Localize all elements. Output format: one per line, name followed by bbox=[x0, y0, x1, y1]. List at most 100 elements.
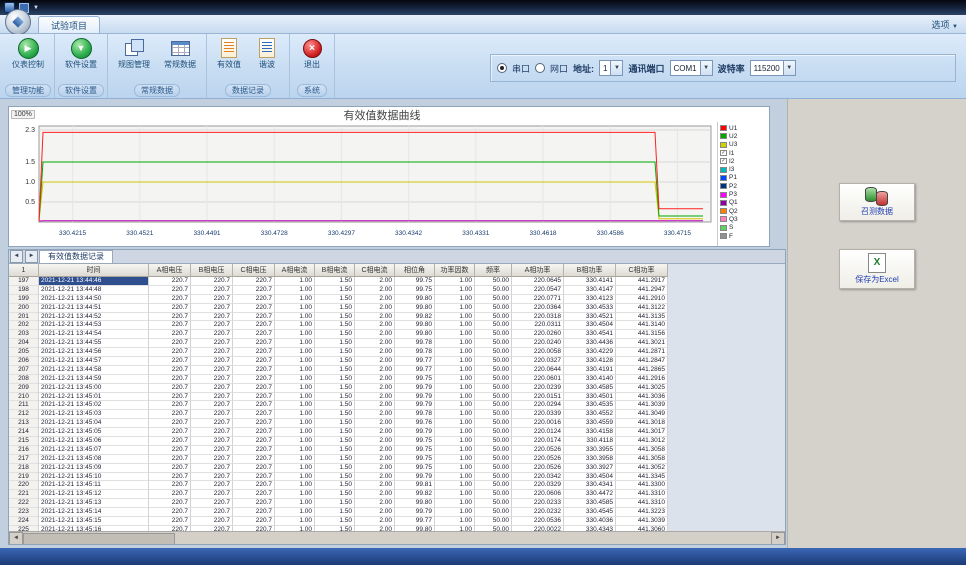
cell[interactable]: 2.00 bbox=[355, 339, 395, 348]
cell[interactable]: 2.00 bbox=[355, 437, 395, 446]
cell[interactable]: 99.82 bbox=[395, 313, 435, 322]
table-row[interactable]: 2082021-12-21 13:44:59220.7220.7220.71.0… bbox=[9, 375, 668, 384]
cell[interactable]: 220.7 bbox=[149, 304, 191, 313]
application-orb-button[interactable] bbox=[5, 9, 31, 35]
cell[interactable]: 201 bbox=[9, 313, 39, 322]
cell[interactable]: 220.0536 bbox=[512, 517, 564, 526]
cell[interactable]: 99.75 bbox=[395, 277, 435, 286]
legend-item[interactable]: P2 bbox=[720, 182, 769, 190]
cell[interactable]: 1.00 bbox=[275, 295, 315, 304]
cell[interactable]: 220.7 bbox=[149, 295, 191, 304]
cell[interactable]: 2021-12-21 13:45:13 bbox=[39, 499, 149, 508]
cell[interactable]: 200 bbox=[9, 304, 39, 313]
scroll-right-icon[interactable]: ► bbox=[771, 532, 785, 545]
cell[interactable]: 218 bbox=[9, 464, 39, 473]
cell[interactable]: 1.00 bbox=[435, 375, 475, 384]
cell[interactable]: 2.00 bbox=[355, 348, 395, 357]
options-menu[interactable]: 选项 ▼ bbox=[932, 18, 958, 31]
cell[interactable]: 220.7 bbox=[149, 277, 191, 286]
cell[interactable]: 2021-12-21 13:45:14 bbox=[39, 508, 149, 517]
cell[interactable]: 50.00 bbox=[475, 304, 512, 313]
cell[interactable]: 216 bbox=[9, 446, 39, 455]
column-header[interactable]: C相电流 bbox=[355, 264, 395, 277]
cell[interactable]: 1.00 bbox=[435, 295, 475, 304]
cell[interactable]: 220.7 bbox=[233, 313, 275, 322]
cell[interactable]: 220.7 bbox=[233, 517, 275, 526]
cell[interactable]: 330.4158 bbox=[564, 428, 616, 437]
cell[interactable]: 1.50 bbox=[315, 401, 355, 410]
cell[interactable]: 220.7 bbox=[149, 393, 191, 402]
cell[interactable]: 220.7 bbox=[149, 464, 191, 473]
cell[interactable]: 2021-12-21 13:45:03 bbox=[39, 410, 149, 419]
cell[interactable]: 99.81 bbox=[395, 481, 435, 490]
cell[interactable]: 330.4521 bbox=[564, 313, 616, 322]
cell[interactable]: 220.7 bbox=[233, 410, 275, 419]
cell[interactable]: 1.50 bbox=[315, 455, 355, 464]
cell[interactable]: 220.7 bbox=[149, 313, 191, 322]
cell[interactable]: 1.50 bbox=[315, 437, 355, 446]
cell[interactable]: 2021-12-21 13:44:52 bbox=[39, 313, 149, 322]
cell[interactable]: 1.00 bbox=[435, 437, 475, 446]
cell[interactable]: 214 bbox=[9, 428, 39, 437]
cell[interactable]: 1.50 bbox=[315, 517, 355, 526]
cell[interactable]: 99.79 bbox=[395, 428, 435, 437]
cell[interactable]: 220.7 bbox=[149, 410, 191, 419]
cell[interactable]: 1.00 bbox=[435, 339, 475, 348]
cell[interactable]: 220.7 bbox=[191, 393, 233, 402]
cell[interactable]: 2.00 bbox=[355, 295, 395, 304]
cell[interactable]: 1.00 bbox=[275, 401, 315, 410]
cell[interactable]: 330.4585 bbox=[564, 499, 616, 508]
cell[interactable]: 99.75 bbox=[395, 286, 435, 295]
cell[interactable]: 1.00 bbox=[275, 366, 315, 375]
cell[interactable]: 220.7 bbox=[191, 295, 233, 304]
cell[interactable]: 1.00 bbox=[435, 517, 475, 526]
cell[interactable]: 2.00 bbox=[355, 321, 395, 330]
cell[interactable]: 220.7 bbox=[149, 357, 191, 366]
cell[interactable]: 330.4541 bbox=[564, 330, 616, 339]
cell[interactable]: 220.7 bbox=[233, 499, 275, 508]
cell[interactable]: 220.7 bbox=[233, 295, 275, 304]
cell[interactable]: 1.00 bbox=[275, 446, 315, 455]
cell[interactable]: 1.50 bbox=[315, 348, 355, 357]
cell[interactable]: 220.7 bbox=[233, 419, 275, 428]
cell[interactable]: 2.00 bbox=[355, 304, 395, 313]
cell[interactable]: 223 bbox=[9, 508, 39, 517]
cell[interactable]: 50.00 bbox=[475, 313, 512, 322]
cell[interactable]: 220.7 bbox=[233, 384, 275, 393]
cell[interactable]: 1.00 bbox=[435, 321, 475, 330]
cell[interactable]: 330.4501 bbox=[564, 393, 616, 402]
legend-item[interactable]: F bbox=[720, 232, 769, 240]
cell[interactable]: 1.00 bbox=[435, 473, 475, 482]
cell[interactable]: 202 bbox=[9, 321, 39, 330]
cell[interactable]: 220.7 bbox=[191, 366, 233, 375]
cell[interactable]: 330.4533 bbox=[564, 304, 616, 313]
column-header[interactable]: A相功率 bbox=[512, 264, 564, 277]
cell[interactable]: 220.7 bbox=[233, 508, 275, 517]
cell[interactable]: 330.4436 bbox=[564, 339, 616, 348]
cell[interactable]: 220.7 bbox=[191, 401, 233, 410]
cell[interactable]: 99.79 bbox=[395, 384, 435, 393]
cell[interactable]: 220.7 bbox=[191, 508, 233, 517]
cell[interactable]: 2021-12-21 13:44:48 bbox=[39, 286, 149, 295]
cell[interactable]: 1.00 bbox=[275, 473, 315, 482]
cell[interactable]: 2.00 bbox=[355, 419, 395, 428]
cell[interactable]: 2021-12-21 13:45:12 bbox=[39, 490, 149, 499]
serial-radio[interactable] bbox=[497, 63, 507, 73]
cell[interactable]: 99.78 bbox=[395, 410, 435, 419]
cell[interactable]: 220.7 bbox=[233, 277, 275, 286]
cell[interactable]: 2021-12-21 13:45:09 bbox=[39, 464, 149, 473]
cell[interactable]: 2021-12-21 13:44:55 bbox=[39, 339, 149, 348]
legend-item[interactable]: ✓I2 bbox=[720, 157, 769, 165]
cell[interactable]: 220 bbox=[9, 481, 39, 490]
cell[interactable]: 220.7 bbox=[149, 437, 191, 446]
cell[interactable]: 220.0311 bbox=[512, 321, 564, 330]
cell[interactable]: 220.0016 bbox=[512, 419, 564, 428]
cell[interactable]: 2021-12-21 13:44:46 bbox=[39, 277, 149, 286]
table-row[interactable]: 2002021-12-21 13:44:51220.7220.7220.71.0… bbox=[9, 304, 668, 313]
cell[interactable]: 1.50 bbox=[315, 277, 355, 286]
legend-item[interactable]: U3 bbox=[720, 141, 769, 149]
cell[interactable]: 2021-12-21 13:44:58 bbox=[39, 366, 149, 375]
cell[interactable]: 1.50 bbox=[315, 499, 355, 508]
cell[interactable]: 220.0260 bbox=[512, 330, 564, 339]
cell[interactable]: 220.7 bbox=[233, 375, 275, 384]
